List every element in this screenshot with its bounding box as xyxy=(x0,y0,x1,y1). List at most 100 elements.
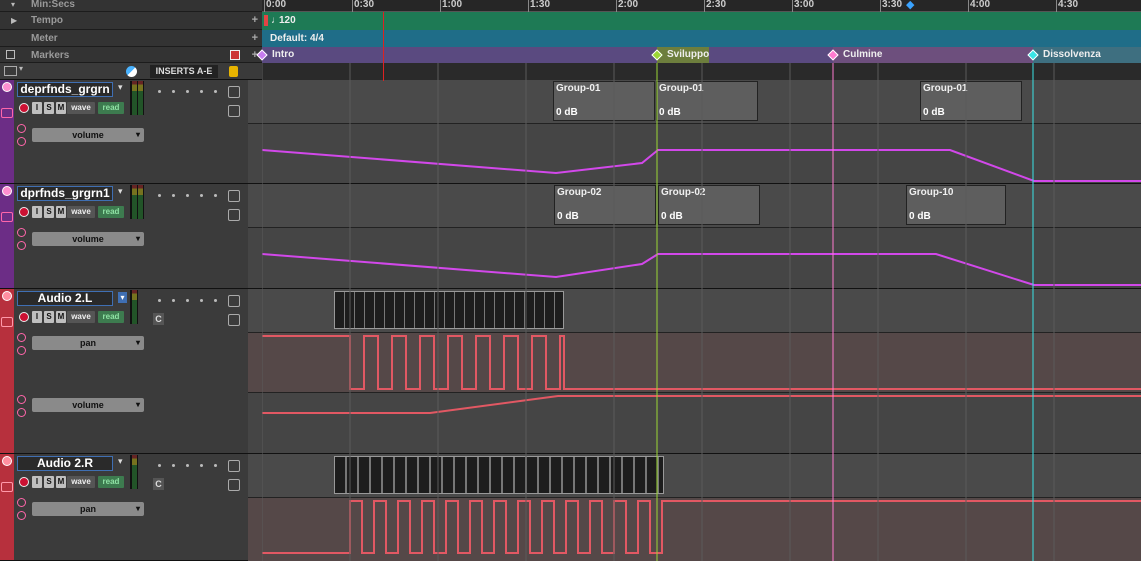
add-lane-icon[interactable] xyxy=(17,346,26,355)
input-monitor-button[interactable]: I xyxy=(32,311,42,323)
track-color-strip[interactable] xyxy=(0,80,14,183)
output-window-icon[interactable] xyxy=(228,295,240,307)
track-collapse-icon[interactable] xyxy=(2,456,12,466)
audio-clip-group[interactable] xyxy=(334,456,664,494)
meter-timeline[interactable]: Default: 4/4 xyxy=(262,30,1141,47)
audio-clip[interactable]: Group-02 0 dB xyxy=(658,185,760,225)
remove-lane-icon[interactable] xyxy=(17,395,26,404)
track-timeline[interactable]: Group-02 0 dB Group-02 0 dB Group-10 0 dB xyxy=(248,184,1141,288)
marker-culmine[interactable]: Culmine xyxy=(827,47,1033,63)
add-lane-icon[interactable] xyxy=(17,137,26,146)
mute-button[interactable]: M xyxy=(56,311,66,323)
mute-button[interactable]: M xyxy=(56,102,66,114)
chevron-down-icon[interactable]: ▾ xyxy=(118,186,123,197)
track-collapse-icon[interactable] xyxy=(2,186,12,196)
audio-clip[interactable]: Group-01 0 dB xyxy=(553,81,655,121)
automation-lane-icon[interactable] xyxy=(1,317,13,327)
track-view-selector[interactable]: wave xyxy=(67,311,95,323)
marker-list-icon[interactable] xyxy=(6,50,15,59)
track-name[interactable]: Audio 2.R xyxy=(17,456,113,471)
automation-mode-selector[interactable]: read xyxy=(98,206,124,218)
track-color-strip[interactable] xyxy=(0,454,14,560)
add-lane-icon[interactable] xyxy=(17,241,26,250)
automation-lane-icon[interactable] xyxy=(1,108,13,118)
add-lane-icon[interactable] xyxy=(17,408,26,417)
marker-intro[interactable]: Intro xyxy=(256,47,294,63)
audio-clip[interactable]: Group-01 0 dB xyxy=(656,81,758,121)
inserts-column-label[interactable]: INSERTS A-E xyxy=(150,65,218,78)
remove-lane-icon[interactable] xyxy=(17,228,26,237)
track-name[interactable]: dprfnds_grgrn1 xyxy=(17,186,113,201)
playhead-icon[interactable]: ◆ xyxy=(906,0,914,11)
marker-record-icon[interactable] xyxy=(230,50,240,60)
automation-param-selector[interactable]: volume ▾ xyxy=(32,398,144,412)
solo-button[interactable]: S xyxy=(44,206,54,218)
remove-lane-icon[interactable] xyxy=(17,124,26,133)
track-view-selector[interactable]: wave xyxy=(67,476,95,488)
automation-param-selector[interactable]: pan ▾ xyxy=(32,502,144,516)
min-secs-timeline[interactable]: 0:00 0:30 1:00 1:30 2:00 2:30 3:00 3:30 … xyxy=(262,0,1141,12)
pan-automation-curve[interactable] xyxy=(248,498,1141,561)
track-collapse-icon[interactable] xyxy=(2,82,12,92)
audio-clip[interactable]: Group-02 0 dB xyxy=(554,185,656,225)
track-collapse-icon[interactable] xyxy=(2,291,12,301)
track-name[interactable]: deprfnds_grgrn xyxy=(17,82,113,97)
playlist-icon[interactable] xyxy=(228,479,240,491)
automation-mode-selector[interactable]: read xyxy=(98,102,124,114)
automation-param-selector[interactable]: volume ▾ xyxy=(32,232,144,246)
track-timeline[interactable]: Group-01 0 dB Group-01 0 dB Group-01 0 dB xyxy=(248,80,1141,183)
pan-automation-lane[interactable] xyxy=(248,333,1141,393)
pan-automation-curve[interactable] xyxy=(248,333,1141,393)
automation-param-selector[interactable]: pan ▾ xyxy=(32,336,144,350)
solo-button[interactable]: S xyxy=(44,311,54,323)
playlist-icon[interactable] xyxy=(228,105,240,117)
volume-automation-curve[interactable] xyxy=(248,228,1141,289)
track-view-selector[interactable]: wave xyxy=(67,206,95,218)
track-color-strip[interactable] xyxy=(0,289,14,453)
chevron-down-icon[interactable]: ▾ xyxy=(118,456,123,467)
output-window-icon[interactable] xyxy=(228,86,240,98)
record-arm-button[interactable] xyxy=(19,312,29,322)
automation-mode-selector[interactable]: read xyxy=(98,311,124,323)
add-meter-icon[interactable]: + xyxy=(252,30,258,47)
output-window-icon[interactable] xyxy=(228,460,240,472)
add-tempo-icon[interactable]: + xyxy=(252,12,258,29)
send-slot-label[interactable]: C xyxy=(153,313,164,325)
chevron-down-icon[interactable]: ▾ xyxy=(118,292,127,303)
volume-automation-curve[interactable] xyxy=(248,124,1141,184)
send-slot-label[interactable]: C xyxy=(153,478,164,490)
track-view-icon[interactable] xyxy=(4,66,17,76)
record-arm-button[interactable] xyxy=(19,477,29,487)
add-lane-icon[interactable] xyxy=(17,511,26,520)
track-timeline[interactable]: L R xyxy=(248,454,1141,561)
automation-lane-icon[interactable] xyxy=(1,482,13,492)
solo-button[interactable]: S xyxy=(44,102,54,114)
input-monitor-button[interactable]: I xyxy=(32,102,42,114)
marker-dissolvenza[interactable]: Dissolvenza xyxy=(1027,47,1141,63)
marker-sviluppo[interactable]: Sviluppo xyxy=(651,47,710,63)
color-palette-icon[interactable] xyxy=(126,66,137,77)
markers-timeline[interactable]: Intro Sviluppo Culmine Dissolvenza xyxy=(256,47,1141,63)
tempo-timeline[interactable]: ♩ 120 xyxy=(262,12,1141,30)
remove-lane-icon[interactable] xyxy=(17,333,26,342)
mute-button[interactable]: M xyxy=(56,206,66,218)
chevron-down-icon[interactable]: ▾ xyxy=(19,64,23,73)
audio-clip[interactable]: Group-01 0 dB xyxy=(920,81,1022,121)
marker-flag-icon[interactable] xyxy=(229,66,238,77)
automation-mode-selector[interactable]: read xyxy=(98,476,124,488)
input-monitor-button[interactable]: I xyxy=(32,206,42,218)
volume-automation-curve[interactable] xyxy=(248,393,1141,453)
record-arm-button[interactable] xyxy=(19,207,29,217)
tempo-marker-icon[interactable] xyxy=(264,15,268,26)
audio-clip[interactable]: Group-10 0 dB xyxy=(906,185,1006,225)
playlist-icon[interactable] xyxy=(228,209,240,221)
track-timeline[interactable]: L R xyxy=(248,289,1141,453)
input-monitor-button[interactable]: I xyxy=(32,476,42,488)
chevron-down-icon[interactable]: ▾ xyxy=(118,82,123,93)
track-color-strip[interactable] xyxy=(0,184,14,288)
audio-clip-group[interactable] xyxy=(334,291,564,329)
automation-param-selector[interactable]: volume ▾ xyxy=(32,128,144,142)
playlist-icon[interactable] xyxy=(228,314,240,326)
remove-lane-icon[interactable] xyxy=(17,498,26,507)
solo-button[interactable]: S xyxy=(44,476,54,488)
